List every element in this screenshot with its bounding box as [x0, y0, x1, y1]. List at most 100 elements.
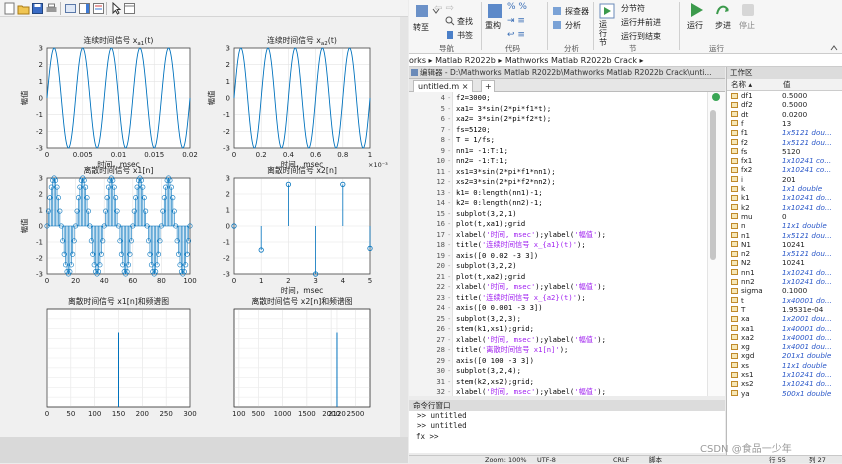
code-text[interactable]: fs=5120;: [456, 125, 491, 136]
code-line[interactable]: 15- subplot(3,2,1): [409, 209, 725, 220]
step-icon[interactable]: [715, 2, 731, 18]
print-icon[interactable]: [45, 2, 58, 15]
code-line[interactable]: 7- fs=5120;: [409, 125, 725, 136]
run-section-icon[interactable]: [599, 3, 615, 19]
code-text[interactable]: plot(t,xa2);grid: [456, 272, 525, 283]
workspace-variable-row[interactable]: N1 10241: [727, 240, 842, 249]
code-line[interactable]: 30- subplot(3,2,4);: [409, 366, 725, 377]
indent-icon[interactable]: ⇥ ≡: [507, 16, 525, 26]
workspace-variable-row[interactable]: t 1x40001 do...: [727, 296, 842, 305]
code-line[interactable]: 17- xlabel('时间, msec');ylabel('幅值');: [409, 230, 725, 241]
code-line[interactable]: 14- k2= 0:length(nn2)-1;: [409, 198, 725, 209]
workspace-variable-row[interactable]: fx1 1x10241 co...: [727, 156, 842, 165]
add-tab-button[interactable]: +: [481, 80, 495, 92]
dock-icon[interactable]: [123, 2, 136, 15]
workspace-variable-row[interactable]: T 1.9531e-04: [727, 305, 842, 314]
workspace-variable-row[interactable]: xs2 1x10241 do...: [727, 379, 842, 388]
code-line[interactable]: 5- xa1= 3*sin(2*pi*f1*t);: [409, 104, 725, 115]
profiler-button[interactable]: 探查器: [565, 6, 589, 17]
code-text[interactable]: k1= 0:length(nn1)-1;: [456, 188, 543, 199]
find-button[interactable]: 查找: [457, 16, 473, 27]
code-line[interactable]: 32- xlabel('时间, msec');ylabel('幅值');: [409, 387, 725, 396]
code-line[interactable]: 13- k1= 0:length(nn1)-1;: [409, 188, 725, 199]
code-text[interactable]: xa2= 3*sin(2*pi*f2*t);: [456, 114, 551, 125]
code-line[interactable]: 22- xlabel('时间, msec');ylabel('幅值');: [409, 282, 725, 293]
code-text[interactable]: k2= 0:length(nn2)-1;: [456, 198, 543, 209]
go-to-icon[interactable]: [415, 4, 429, 18]
workspace-variable-row[interactable]: f 13: [727, 119, 842, 128]
code-text[interactable]: xa1= 3*sin(2*pi*f1*t);: [456, 104, 551, 115]
new-figure-icon[interactable]: [3, 2, 16, 15]
workspace-variable-row[interactable]: mu 0: [727, 212, 842, 221]
code-line[interactable]: 27- xlabel('时间, msec');ylabel('幅值');: [409, 335, 725, 346]
code-text[interactable]: title('连续时间信号 x_{a1}(t)');: [456, 240, 586, 251]
workspace-variable-row[interactable]: i 201: [727, 175, 842, 184]
code-text[interactable]: xs1=3*sin(2*pi*f1*nn1);: [456, 167, 556, 178]
code-text[interactable]: subplot(3,2,2): [456, 261, 517, 272]
section-break-button[interactable]: 分节符: [621, 3, 645, 14]
workspace-variable-row[interactable]: f2 1x5121 dou...: [727, 138, 842, 147]
code-text[interactable]: nn1= -1:T:1;: [456, 146, 508, 157]
code-line[interactable]: 29- axis([0 100 -3 3]): [409, 356, 725, 367]
workspace-variable-row[interactable]: N2 10241: [727, 258, 842, 267]
save-icon[interactable]: [31, 2, 44, 15]
stop-button[interactable]: 停止: [739, 20, 755, 31]
code-line[interactable]: 28- title('离散时间信号 x1[n]');: [409, 345, 725, 356]
refactor-icon[interactable]: [487, 3, 503, 19]
colorbar-icon[interactable]: [78, 2, 91, 15]
run-to-end-button[interactable]: 运行到结束: [621, 31, 661, 42]
workspace-variable-row[interactable]: xs 11x1 double: [727, 361, 842, 370]
code-text[interactable]: T = 1/fs;: [456, 135, 495, 146]
code-editor[interactable]: 4- f2=3000; 5- xa1= 3*sin(2*pi*f1*t); 6- xa2=…: [409, 92, 725, 396]
goto-button[interactable]: 转至: [413, 22, 429, 33]
code-line[interactable]: 10- nn2= -1:T:1;: [409, 156, 725, 167]
code-line[interactable]: 31- stem(k2,xs2);grid;: [409, 377, 725, 388]
code-text[interactable]: xs2=3*sin(2*pi*f2*nn2);: [456, 177, 556, 188]
workspace-variable-row[interactable]: k2 1x10241 do...: [727, 203, 842, 212]
code-line[interactable]: 25- subplot(3,2,3);: [409, 314, 725, 325]
code-line[interactable]: 19- axis([0 0.02 -3 3]): [409, 251, 725, 262]
search-icon[interactable]: [445, 16, 455, 26]
col-value-header[interactable]: 值: [783, 79, 791, 91]
analyze-button[interactable]: 分析: [565, 20, 581, 31]
collapse-toolstrip-icon[interactable]: [829, 44, 839, 52]
workspace-variable-row[interactable]: xs1 1x10241 do...: [727, 370, 842, 379]
code-text[interactable]: xlabel('时间, msec');ylabel('幅值');: [456, 387, 606, 396]
code-line[interactable]: 16- plot(t,xa1);grid: [409, 219, 725, 230]
workspace-variable-row[interactable]: xa2 1x40001 do...: [727, 333, 842, 342]
code-text[interactable]: title('离散时间信号 x1[n]');: [456, 345, 568, 356]
code-line[interactable]: 4- f2=3000;: [409, 93, 725, 104]
wrap-icon[interactable]: ↩ ≡: [507, 30, 525, 40]
code-line[interactable]: 20- subplot(3,2,2): [409, 261, 725, 272]
code-text[interactable]: xlabel('时间, msec');ylabel('幅值');: [456, 335, 606, 346]
code-text[interactable]: subplot(3,2,4);: [456, 366, 521, 377]
step-button[interactable]: 步进: [715, 20, 731, 31]
code-text[interactable]: subplot(3,2,3);: [456, 314, 521, 325]
figure-scrollbar[interactable]: [400, 17, 408, 437]
code-line[interactable]: 6- xa2= 3*sin(2*pi*f2*t);: [409, 114, 725, 125]
tab-untitled[interactable]: untitled.m ×: [413, 80, 474, 92]
link-plot-icon[interactable]: [64, 2, 77, 15]
workspace-variable-row[interactable]: fs 5120: [727, 147, 842, 156]
code-text[interactable]: title('连续时间信号 x_{a2}(t)');: [456, 293, 586, 304]
code-text[interactable]: f2=3000;: [456, 93, 491, 104]
workspace-variable-row[interactable]: n2 1x5121 dou...: [727, 249, 842, 258]
code-line[interactable]: 24- axis([0 0.001 -3 3]): [409, 303, 725, 314]
workspace-variable-row[interactable]: n1 1x5121 dou...: [727, 231, 842, 240]
workspace-variable-row[interactable]: xa 1x2001 dou...: [727, 314, 842, 323]
code-text[interactable]: axis([0 100 -3 3]): [456, 356, 534, 367]
code-text[interactable]: xlabel('时间, msec');ylabel('幅值');: [456, 282, 606, 293]
code-line[interactable]: 8-T = 1/fs;: [409, 135, 725, 146]
back-icon[interactable]: ⇦ ⇨: [434, 3, 454, 14]
code-line[interactable]: 9- nn1= -1:T:1;: [409, 146, 725, 157]
code-text[interactable]: subplot(3,2,1): [456, 209, 517, 220]
workspace-variable-row[interactable]: xg 1x4001 dou...: [727, 342, 842, 351]
code-text[interactable]: stem(k1,xs1);grid;: [456, 324, 534, 335]
code-text[interactable]: axis([0 0.02 -3 3]): [456, 251, 538, 262]
legend-icon[interactable]: [92, 2, 105, 15]
workspace-variable-row[interactable]: nn2 1x10241 do...: [727, 277, 842, 286]
code-line[interactable]: 26- stem(k1,xs1);grid;: [409, 324, 725, 335]
col-name-header[interactable]: 名称 ▴: [731, 79, 752, 91]
bookmark-button[interactable]: 书签: [457, 30, 473, 41]
refactor-button[interactable]: 重构: [485, 20, 501, 31]
